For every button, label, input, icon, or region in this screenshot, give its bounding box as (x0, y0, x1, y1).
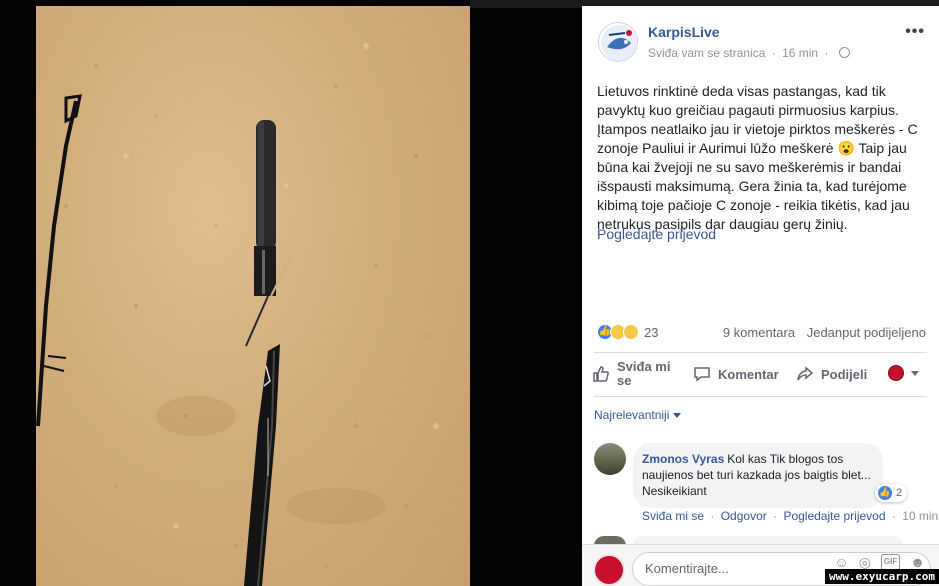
globe-icon (838, 47, 850, 58)
like-reaction-icon: 👍 (878, 486, 892, 500)
page-identity-avatar (888, 365, 904, 381)
post-photo[interactable] (36, 6, 470, 586)
translate-link[interactable]: Pogledajte prijevod (597, 226, 716, 242)
speech-bubble-icon (694, 367, 710, 382)
reactions-summary[interactable]: 👍 23 (597, 324, 658, 340)
divider (594, 352, 927, 353)
post-actions: Sviđa mi se Komentar Podijeli (582, 356, 939, 392)
post-stats: 9 komentara Jedanput podijeljeno (723, 325, 926, 340)
post-time[interactable]: 16 min (782, 46, 818, 60)
comment-likes-count: 2 (896, 487, 903, 499)
more-options-icon[interactable]: ••• (905, 23, 925, 41)
comments-count[interactable]: 9 komentara (723, 325, 795, 340)
chevron-down-icon (673, 412, 682, 418)
meta-separator: · (771, 46, 776, 60)
comment-time[interactable]: 10 min (902, 509, 938, 523)
comment-like-link[interactable]: Sviđa mi se (642, 509, 704, 523)
like-button[interactable]: Sviđa mi se (592, 356, 675, 392)
watermark: www.exyucarp.com (825, 569, 939, 584)
thumbs-up-icon (593, 366, 609, 382)
comment-translate-link[interactable]: Pogledajte prijevod (783, 509, 885, 523)
sad-reaction-icon (623, 324, 639, 340)
page-identity-selector[interactable] (888, 365, 919, 381)
meta-separator-2: · (824, 46, 829, 60)
page-avatar[interactable] (598, 22, 638, 62)
separator: · (773, 509, 778, 523)
share-arrow-icon (797, 366, 814, 381)
comment-author[interactable]: Zmonos Vyras (642, 452, 724, 466)
chevron-down-icon (911, 370, 919, 376)
backdrop-strip (470, 0, 582, 8)
shares-count[interactable]: Jedanput podijeljeno (807, 325, 926, 340)
share-button[interactable]: Podijeli (796, 356, 867, 392)
comment-actions: Sviđa mi se · Odgovor · Pogledajte prije… (642, 509, 938, 523)
composer-avatar (593, 554, 625, 586)
broken-rod-image (36, 43, 439, 586)
comment-button[interactable]: Komentar (693, 356, 779, 392)
separator: · (710, 509, 715, 523)
divider-2 (594, 396, 927, 397)
next-comment-bubble (633, 536, 903, 544)
separator: · (891, 509, 896, 523)
comment-likes-badge[interactable]: 👍 2 (875, 484, 908, 502)
comment-button-label: Komentar (718, 366, 779, 382)
comment-reply-link[interactable]: Odgovor (721, 509, 767, 523)
liked-status[interactable]: Sviđa vam se stranica (648, 46, 765, 60)
like-button-label: Sviđa mi se (617, 359, 671, 388)
reactions-count: 23 (644, 324, 659, 340)
commenter-avatar[interactable] (594, 443, 626, 475)
comment-bubble: Zmonos Vyras Kol kas Tik blogos tos nauji… (633, 443, 883, 508)
comment-sort-dropdown[interactable]: Najrelevantniji (594, 408, 682, 422)
page-name-link[interactable]: KarpisLive (648, 24, 720, 40)
sort-label: Najrelevantniji (594, 408, 670, 422)
post-text: Lietuvos rinktinė deda visas pastangas, … (597, 83, 918, 232)
share-button-label: Podijeli (821, 366, 868, 382)
post-panel: KarpisLive Sviđa vam se stranica · 16 mi… (582, 6, 939, 586)
post-meta: Sviđa vam se stranica · 16 min · (648, 46, 850, 60)
